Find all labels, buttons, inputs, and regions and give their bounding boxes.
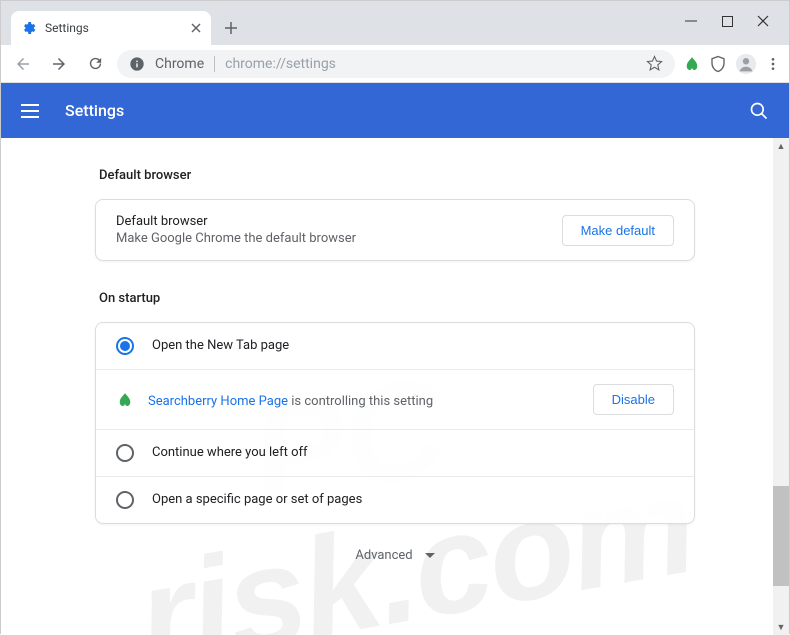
make-default-button[interactable]: Make default <box>562 215 674 246</box>
startup-option-new-tab[interactable]: Open the New Tab page <box>96 323 694 370</box>
radio-icon[interactable] <box>116 444 134 462</box>
extension-link[interactable]: Searchberry Home Page <box>148 394 288 409</box>
window-controls <box>665 1 789 41</box>
option-label: Open a specific page or set of pages <box>152 492 362 507</box>
section-title-default-browser: Default browser <box>99 168 695 183</box>
reload-button[interactable] <box>81 50 109 78</box>
startup-option-continue[interactable]: Continue where you left off <box>96 430 694 477</box>
startup-option-specific[interactable]: Open a specific page or set of pages <box>96 477 694 523</box>
option-label: Continue where you left off <box>152 445 308 460</box>
star-icon[interactable] <box>646 55 663 72</box>
content-area: PCrisk.com Default browser Default brows… <box>1 138 789 635</box>
url-chip: Chrome <box>155 56 204 72</box>
disable-button[interactable]: Disable <box>593 384 674 415</box>
extension-text: is controlling this setting <box>288 394 433 409</box>
leaf-extension-icon[interactable] <box>683 55 701 73</box>
default-browser-label: Default browser <box>116 214 356 229</box>
option-label: Open the New Tab page <box>152 338 289 353</box>
radio-icon[interactable] <box>116 337 134 355</box>
toolbar: Chrome chrome://settings <box>1 45 789 83</box>
page-title: Settings <box>65 101 124 120</box>
maximize-button[interactable] <box>721 15 733 27</box>
minimize-button[interactable] <box>685 15 697 27</box>
site-info-icon[interactable] <box>129 56 145 72</box>
section-title-startup: On startup <box>99 291 695 306</box>
divider <box>214 56 215 72</box>
hamburger-menu-button[interactable] <box>21 99 45 123</box>
default-browser-sub: Make Google Chrome the default browser <box>116 231 356 246</box>
forward-button[interactable] <box>45 50 73 78</box>
settings-header: Settings <box>1 83 789 138</box>
url-text: chrome://settings <box>225 56 336 72</box>
close-tab-button[interactable] <box>191 23 201 33</box>
back-button[interactable] <box>9 50 37 78</box>
chevron-down-icon <box>425 553 435 559</box>
gear-icon <box>21 20 37 36</box>
close-window-button[interactable] <box>757 15 769 27</box>
advanced-label: Advanced <box>355 548 412 563</box>
scroll-down-button[interactable]: ▼ <box>773 619 789 635</box>
profile-avatar[interactable] <box>735 53 757 75</box>
extension-control-notice: Searchberry Home Page is controlling thi… <box>96 370 694 430</box>
advanced-toggle[interactable]: Advanced <box>355 524 434 587</box>
address-bar[interactable]: Chrome chrome://settings <box>117 50 675 78</box>
tab-title: Settings <box>45 21 89 35</box>
kebab-menu-icon[interactable] <box>765 56 781 72</box>
startup-card: Open the New Tab page Searchberry Home P… <box>95 322 695 524</box>
shield-extension-icon[interactable] <box>709 55 727 73</box>
leaf-icon <box>116 391 134 409</box>
new-tab-button[interactable] <box>217 14 245 42</box>
radio-icon[interactable] <box>116 491 134 509</box>
browser-tab-settings[interactable]: Settings <box>11 11 211 45</box>
search-button[interactable] <box>749 101 769 121</box>
default-browser-card: Default browser Make Google Chrome the d… <box>95 199 695 261</box>
